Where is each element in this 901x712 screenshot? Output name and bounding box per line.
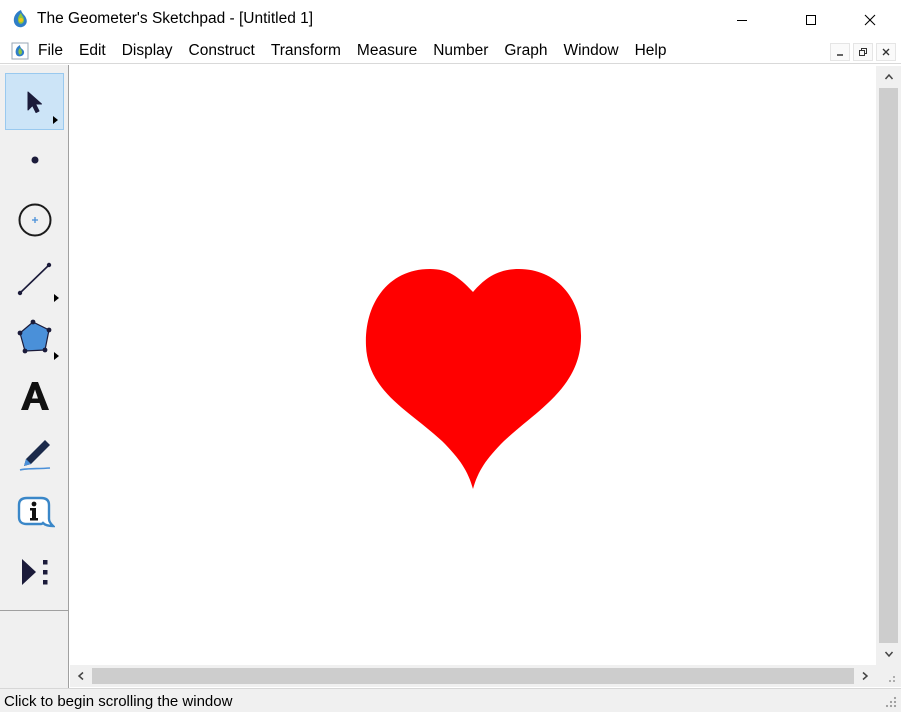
info-bubble-icon: [17, 496, 55, 527]
custom-tool[interactable]: [5, 543, 64, 600]
horizontal-scrollbar[interactable]: [70, 665, 876, 687]
straightedge-tool[interactable]: [5, 250, 64, 307]
sketchpad-document-icon[interactable]: [11, 42, 29, 60]
menu-bar: File Edit Display Construct Transform Me…: [0, 39, 901, 64]
polygon-tool[interactable]: [5, 308, 64, 365]
mdi-minimize-button[interactable]: [830, 43, 850, 61]
letter-a-icon: [20, 381, 49, 410]
chevron-right-icon: [862, 671, 869, 681]
menu-display[interactable]: Display: [114, 39, 181, 64]
horizontal-scroll-thumb[interactable]: [92, 668, 854, 684]
heart-shape[interactable]: [365, 269, 582, 489]
mdi-minimize-icon: [837, 54, 843, 56]
segment-icon: [17, 262, 51, 295]
compass-tool[interactable]: [5, 191, 64, 248]
mdi-restore-icon: [859, 48, 867, 56]
submenu-triangle-icon: [54, 352, 59, 360]
maximize-button[interactable]: [788, 0, 834, 39]
size-grip[interactable]: [876, 665, 901, 687]
menu-file[interactable]: File: [30, 39, 71, 64]
submenu-triangle-icon: [54, 294, 59, 302]
scroll-right-button[interactable]: [854, 665, 876, 687]
sketch-canvas[interactable]: [70, 66, 876, 665]
marker-tool[interactable]: [5, 426, 64, 483]
sketchpad-logo-icon[interactable]: [11, 9, 31, 29]
vertical-scrollbar[interactable]: [876, 66, 901, 665]
selection-arrow-tool[interactable]: [5, 73, 64, 130]
menu-construct[interactable]: Construct: [181, 39, 263, 64]
menu-number[interactable]: Number: [425, 39, 496, 64]
text-tool[interactable]: [5, 367, 64, 424]
close-button[interactable]: [847, 0, 893, 39]
title-bar: The Geometer's Sketchpad - [Untitled 1]: [0, 0, 901, 39]
arrow-pointer-icon: [27, 91, 42, 113]
menu-help[interactable]: Help: [627, 39, 675, 64]
mdi-close-icon: [882, 48, 890, 56]
menu-measure[interactable]: Measure: [349, 39, 425, 64]
close-icon: [864, 14, 876, 25]
pentagon-icon: [17, 319, 51, 353]
menu-graph[interactable]: Graph: [496, 39, 555, 64]
menu-items: File Edit Display Construct Transform Me…: [30, 39, 675, 64]
play-dots-icon: [21, 558, 47, 585]
chevron-up-icon: [884, 73, 893, 80]
mdi-restore-button[interactable]: [853, 43, 873, 61]
window-title: The Geometer's Sketchpad - [Untitled 1]: [37, 10, 314, 27]
scroll-down-button[interactable]: [876, 643, 901, 665]
submenu-triangle-icon: [53, 116, 58, 124]
scroll-left-button[interactable]: [70, 665, 92, 687]
menu-window[interactable]: Window: [555, 39, 626, 64]
marker-pen-icon: [19, 439, 50, 471]
chevron-down-icon: [884, 651, 893, 658]
status-bar: Click to begin scrolling the window: [0, 688, 901, 712]
information-tool[interactable]: [5, 485, 64, 542]
point-tool[interactable]: [5, 131, 64, 188]
sketch-svg: [365, 269, 582, 489]
scroll-up-button[interactable]: [876, 66, 901, 88]
toolbox: [0, 65, 69, 688]
vertical-scroll-thumb[interactable]: [879, 88, 898, 643]
menu-edit[interactable]: Edit: [71, 39, 114, 64]
menu-transform[interactable]: Transform: [263, 39, 349, 64]
resize-grip-icon: [889, 676, 895, 682]
minimize-button[interactable]: [719, 0, 765, 39]
status-text: Click to begin scrolling the window: [4, 693, 233, 710]
mdi-close-button[interactable]: [876, 43, 896, 61]
point-icon: [31, 156, 38, 163]
minimize-icon: [737, 19, 747, 21]
toolbox-separator: [0, 610, 68, 611]
chevron-left-icon: [77, 671, 84, 681]
maximize-icon: [806, 14, 816, 25]
circle-icon: [18, 203, 51, 236]
resize-grip-icon[interactable]: [884, 695, 898, 709]
